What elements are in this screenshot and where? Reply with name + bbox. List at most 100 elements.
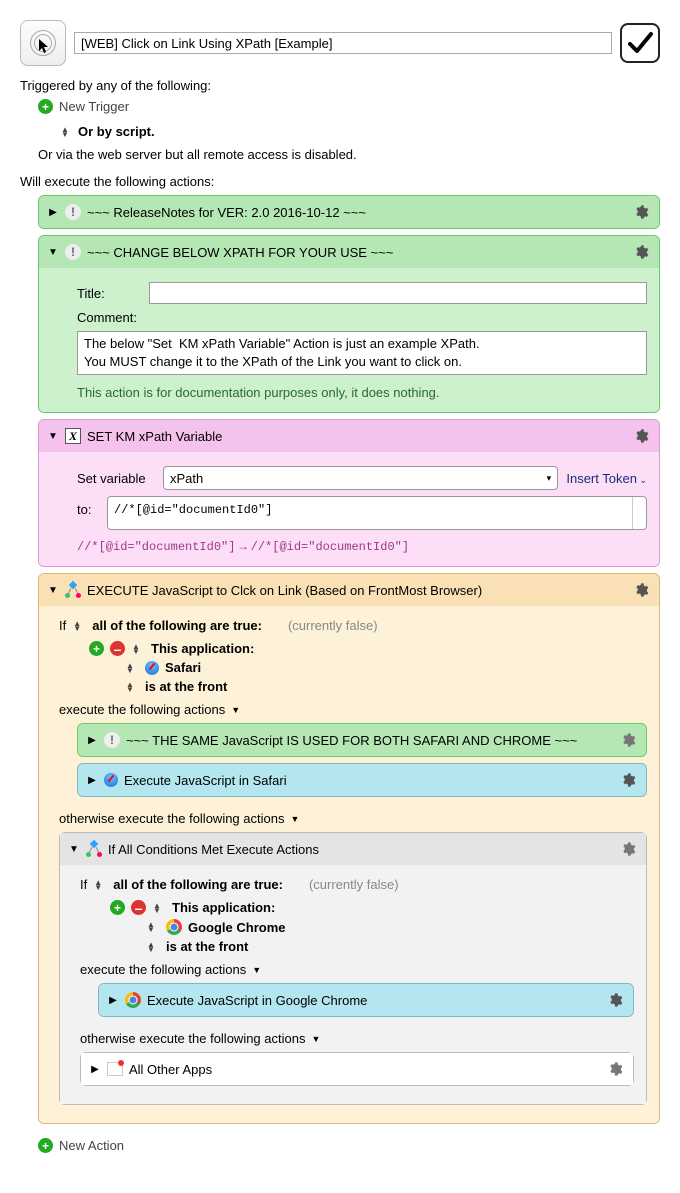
action-release-notes: ▶ ! ~~~ ReleaseNotes for VER: 2.0 2016-1… bbox=[38, 195, 660, 229]
macro-enabled-checkbox[interactable] bbox=[620, 23, 660, 63]
otherwise-label: otherwise execute the following actions bbox=[80, 1031, 305, 1046]
info-icon: ! bbox=[104, 732, 120, 748]
cond-status: (currently false) bbox=[309, 877, 399, 892]
action-title: Execute JavaScript in Safari bbox=[124, 773, 287, 788]
info-icon: ! bbox=[65, 244, 81, 260]
if-label: If bbox=[59, 618, 66, 633]
is-front-label: is at the front bbox=[145, 679, 227, 694]
remove-condition-button[interactable]: – bbox=[110, 641, 125, 656]
disclosure-icon[interactable]: ▶ bbox=[89, 1064, 101, 1075]
safari-icon bbox=[104, 773, 118, 787]
gear-icon[interactable] bbox=[631, 580, 651, 600]
cond-phrase: all of the following are true: bbox=[113, 877, 283, 892]
insert-token-button[interactable]: Insert Token ⌄ bbox=[566, 471, 647, 486]
remove-condition-button[interactable]: – bbox=[131, 900, 146, 915]
updown-icon[interactable] bbox=[72, 621, 82, 631]
flow-icon bbox=[86, 841, 102, 857]
add-condition-button[interactable]: + bbox=[110, 900, 125, 915]
action-title: All Other Apps bbox=[129, 1062, 212, 1077]
updown-icon[interactable] bbox=[131, 644, 141, 654]
to-value-textarea[interactable]: //*[@id="documentId0"] bbox=[107, 496, 647, 530]
to-label: to: bbox=[77, 496, 101, 517]
gear-icon[interactable] bbox=[605, 1059, 625, 1079]
disclosure-icon[interactable]: ▶ bbox=[86, 775, 98, 786]
macro-icon[interactable] bbox=[20, 20, 66, 66]
variable-name-input[interactable] bbox=[163, 466, 540, 490]
disclosure-icon[interactable]: ▶ bbox=[107, 995, 119, 1006]
app-safari-label: Safari bbox=[165, 660, 201, 675]
resize-handle[interactable] bbox=[632, 497, 646, 529]
safari-icon bbox=[145, 661, 159, 675]
if-label: If bbox=[80, 877, 87, 892]
comment-textarea[interactable] bbox=[77, 331, 647, 375]
new-action-label: New Action bbox=[59, 1138, 124, 1153]
gear-icon[interactable] bbox=[618, 839, 638, 859]
title-field-label: Title: bbox=[77, 286, 141, 301]
action-all-other-apps: ▶ All Other Apps bbox=[80, 1052, 634, 1086]
gear-icon[interactable] bbox=[631, 242, 651, 262]
updown-icon[interactable] bbox=[125, 663, 135, 673]
plus-icon: + bbox=[38, 1138, 53, 1153]
gear-icon[interactable] bbox=[618, 730, 638, 750]
plus-icon: + bbox=[38, 99, 53, 114]
action-exec-safari-js: ▶ Execute JavaScript in Safari bbox=[77, 763, 647, 797]
checkmark-icon bbox=[625, 28, 655, 58]
updown-icon[interactable] bbox=[125, 682, 135, 692]
chrome-icon bbox=[125, 992, 141, 1008]
flow-icon bbox=[65, 582, 81, 598]
updown-icon[interactable] bbox=[146, 942, 156, 952]
updown-icon[interactable] bbox=[93, 880, 103, 890]
action-title: ~~~ ReleaseNotes for VER: 2.0 2016-10-12… bbox=[87, 205, 366, 220]
is-front-label: is at the front bbox=[166, 939, 248, 954]
web-server-note: Or via the web server but all remote acc… bbox=[38, 147, 660, 162]
chevron-down-icon[interactable]: ▼ bbox=[290, 814, 299, 824]
new-trigger-label: New Trigger bbox=[59, 99, 129, 114]
chevron-down-icon[interactable]: ▼ bbox=[311, 1034, 320, 1044]
title-field-input[interactable] bbox=[149, 282, 647, 304]
action-exec-chrome-js: ▶ Execute JavaScript in Google Chrome bbox=[98, 983, 634, 1017]
disclosure-icon[interactable]: ▼ bbox=[68, 844, 80, 855]
xpath-eval-preview: //*[@id="documentId0"]→//*[@id="document… bbox=[77, 540, 647, 554]
variable-x-icon: X bbox=[65, 428, 81, 444]
action-title: EXECUTE JavaScript to Clck on Link (Base… bbox=[87, 583, 482, 598]
disclosure-icon[interactable]: ▼ bbox=[47, 585, 59, 596]
set-variable-label: Set variable bbox=[77, 471, 155, 486]
action-title: ~~~ THE SAME JavaScript IS USED FOR BOTH… bbox=[126, 733, 577, 748]
execute-label: execute the following actions bbox=[59, 702, 225, 717]
doc-note: This action is for documentation purpose… bbox=[77, 385, 647, 400]
or-by-script-label: Or by script. bbox=[78, 124, 155, 139]
new-trigger-row[interactable]: + New Trigger bbox=[38, 99, 660, 114]
cond-phrase: all of the following are true: bbox=[92, 618, 262, 633]
disclosure-icon[interactable]: ▶ bbox=[86, 735, 98, 746]
otherwise-label: otherwise execute the following actions bbox=[59, 811, 284, 826]
updown-icon bbox=[60, 127, 70, 137]
disclosure-icon[interactable]: ▼ bbox=[47, 247, 59, 258]
add-condition-button[interactable]: + bbox=[89, 641, 104, 656]
chevron-down-icon[interactable]: ▼ bbox=[231, 705, 240, 715]
action-title: ~~~ CHANGE BELOW XPATH FOR YOUR USE ~~~ bbox=[87, 245, 393, 260]
variable-dropdown-caret[interactable]: ▾ bbox=[540, 466, 558, 490]
updown-icon[interactable] bbox=[146, 922, 156, 932]
action-change-xpath: ▼ ! ~~~ CHANGE BELOW XPATH FOR YOUR USE … bbox=[38, 235, 660, 413]
disclosure-icon[interactable]: ▼ bbox=[47, 431, 59, 442]
comment-field-label: Comment: bbox=[77, 310, 141, 325]
gear-icon[interactable] bbox=[618, 770, 638, 790]
this-application-label: This application: bbox=[172, 900, 275, 915]
updown-icon[interactable] bbox=[152, 903, 162, 913]
action-title: Execute JavaScript in Google Chrome bbox=[147, 993, 367, 1008]
gear-icon[interactable] bbox=[631, 426, 651, 446]
action-same-js-note: ▶ ! ~~~ THE SAME JavaScript IS USED FOR … bbox=[77, 723, 647, 757]
gear-icon[interactable] bbox=[605, 990, 625, 1010]
gear-icon[interactable] bbox=[631, 202, 651, 222]
macro-title-input[interactable] bbox=[74, 32, 612, 54]
new-action-row[interactable]: + New Action bbox=[38, 1138, 660, 1153]
macro-header bbox=[20, 20, 660, 66]
action-title: SET KM xPath Variable bbox=[87, 429, 222, 444]
chevron-down-icon[interactable]: ▼ bbox=[252, 965, 261, 975]
triggers-label: Triggered by any of the following: bbox=[20, 78, 660, 93]
or-by-script-row[interactable]: Or by script. bbox=[60, 124, 660, 139]
disclosure-icon[interactable]: ▶ bbox=[47, 207, 59, 218]
action-set-variable: ▼ X SET KM xPath Variable Set variable ▾… bbox=[38, 419, 660, 567]
this-application-label: This application: bbox=[151, 641, 254, 656]
cursor-arrow-icon bbox=[38, 38, 52, 54]
